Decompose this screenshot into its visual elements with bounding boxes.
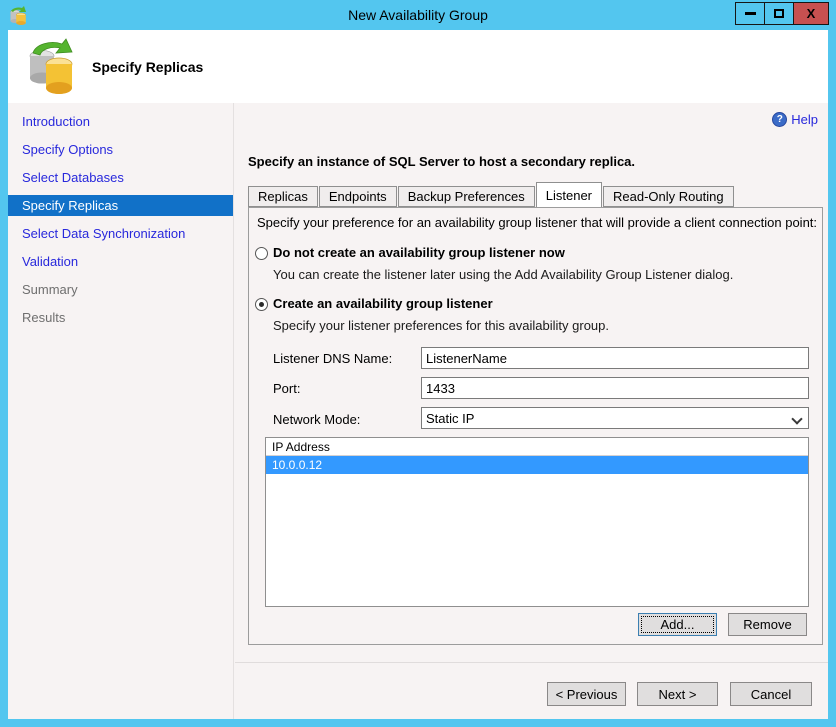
maximize-button[interactable] xyxy=(765,3,794,24)
window-controls: X xyxy=(735,2,829,25)
sidebar-item-select-databases[interactable]: Select Databases xyxy=(8,167,233,188)
wizard-header: Specify Replicas xyxy=(8,30,828,103)
network-mode-value: Static IP xyxy=(426,410,475,426)
title-bar: New Availability Group X xyxy=(0,0,836,30)
sidebar-item-select-data-synchronization[interactable]: Select Data Synchronization xyxy=(8,223,233,244)
ip-address-row[interactable]: 10.0.0.12 xyxy=(266,456,808,474)
sidebar-item-validation[interactable]: Validation xyxy=(8,251,233,272)
network-mode-label: Network Mode: xyxy=(273,412,361,427)
replicas-icon xyxy=(29,38,73,94)
next-button[interactable]: Next > xyxy=(637,682,718,706)
previous-button[interactable]: < Previous xyxy=(547,682,626,706)
instruction-text: Specify an instance of SQL Server to hos… xyxy=(248,154,636,169)
ip-address-list: IP Address 10.0.0.12 xyxy=(265,437,809,607)
ip-address-column-header: IP Address xyxy=(266,438,808,456)
option-create-label[interactable]: Create an availability group listener xyxy=(273,296,493,311)
help-label: Help xyxy=(791,112,818,127)
help-link[interactable]: ? Help xyxy=(772,112,818,127)
port-input[interactable] xyxy=(421,377,809,399)
listener-dns-name-label: Listener DNS Name: xyxy=(273,351,393,366)
chevron-down-icon xyxy=(793,415,801,423)
sidebar-item-specify-replicas[interactable]: Specify Replicas xyxy=(8,195,233,216)
sidebar-item-results: Results xyxy=(22,310,66,325)
sidebar-item-introduction[interactable]: Introduction xyxy=(8,111,233,132)
minimize-icon xyxy=(744,12,756,15)
page-title: Specify Replicas xyxy=(92,58,204,75)
radio-do-not-create-listener[interactable] xyxy=(255,247,268,260)
replica-tabs: Replicas Endpoints Backup Preferences Li… xyxy=(248,182,735,207)
radio-create-listener[interactable] xyxy=(255,298,268,311)
new-availability-group-window: New Availability Group X Specify Replica… xyxy=(0,0,836,727)
option-do-not-create-label[interactable]: Do not create an availability group list… xyxy=(273,245,565,260)
footer-divider xyxy=(235,662,828,663)
port-label: Port: xyxy=(273,381,301,396)
close-icon: X xyxy=(806,6,816,21)
sidebar-item-summary: Summary xyxy=(22,282,78,297)
maximize-icon xyxy=(774,9,784,18)
wizard-steps-sidebar: Introduction Specify Options Select Data… xyxy=(8,103,234,719)
main-panel: ? Help Specify an instance of SQL Server… xyxy=(235,103,828,719)
listener-tab-panel: Specify your preference for an availabil… xyxy=(248,207,823,645)
tab-listener[interactable]: Listener xyxy=(535,182,603,207)
cancel-button[interactable]: Cancel xyxy=(730,682,812,706)
wizard-body: Introduction Specify Options Select Data… xyxy=(8,103,828,719)
network-mode-select[interactable]: Static IP xyxy=(421,407,809,429)
option-do-not-create-description: You can create the listener later using … xyxy=(273,267,734,282)
tab-replicas[interactable]: Replicas xyxy=(248,186,318,207)
option-create-description: Specify your listener preferences for th… xyxy=(273,318,609,333)
close-button[interactable]: X xyxy=(794,3,828,24)
remove-button[interactable]: Remove xyxy=(728,613,807,636)
add-button[interactable]: Add... xyxy=(638,613,717,636)
tab-backup-preferences[interactable]: Backup Preferences xyxy=(397,186,535,207)
listener-intro-text: Specify your preference for an availabil… xyxy=(257,215,818,230)
tab-read-only-routing[interactable]: Read-Only Routing xyxy=(603,186,734,207)
listener-dns-name-input[interactable] xyxy=(421,347,809,369)
help-icon: ? xyxy=(772,112,788,127)
sidebar-item-specify-options[interactable]: Specify Options xyxy=(8,139,233,160)
tab-endpoints[interactable]: Endpoints xyxy=(318,186,397,207)
window-title: New Availability Group xyxy=(348,7,488,23)
minimize-button[interactable] xyxy=(736,3,765,24)
